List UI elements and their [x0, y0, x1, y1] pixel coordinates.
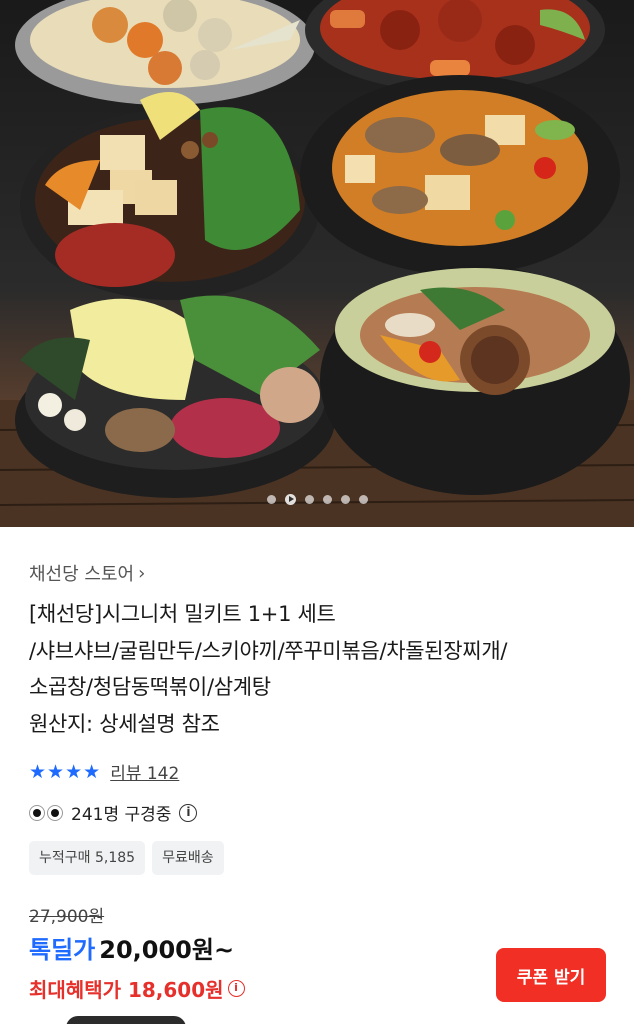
star-icon: ★ — [83, 760, 101, 783]
info-icon[interactable]: i — [227, 980, 245, 997]
star-icon: ★ — [47, 760, 65, 783]
carousel-dot[interactable] — [304, 494, 314, 504]
product-title-line: [채선당]시그니처 밀키트 1+1 세트 — [29, 602, 336, 626]
carousel-dot[interactable] — [340, 494, 350, 504]
product-tags: 누적구매 5,185 무료배송 — [29, 841, 224, 875]
viewing-count: 241명 구경중 i — [29, 800, 198, 825]
store-link[interactable]: 채선당 스토어 › — [29, 560, 145, 586]
carousel-dot[interactable] — [322, 494, 332, 504]
product-title-line: /샤브샤브/굴림만두/스키야끼/쭈꾸미볶음/차돌된장찌개/ — [29, 638, 508, 663]
store-name: 채선당 스토어 — [29, 564, 135, 585]
product-photo — [0, 0, 634, 527]
product-origin: 원산지: 상세설명 참조 — [29, 711, 220, 736]
floating-pill[interactable] — [66, 1016, 186, 1024]
info-icon[interactable]: i — [179, 803, 198, 822]
tag-free-shipping: 무료배송 — [152, 841, 224, 875]
carousel-dot[interactable] — [358, 494, 368, 504]
review-count-link[interactable]: 리뷰 142 — [110, 759, 179, 784]
play-icon[interactable] — [284, 493, 296, 505]
max-benefit-row: 최대혜택가 18,600원 i — [29, 974, 245, 1003]
original-price: 27,900원 — [29, 907, 105, 927]
star-icon: ★ — [65, 760, 83, 783]
eyes-icon — [29, 804, 63, 821]
product-title-line: 소곱창/청담동떡볶이/삼계탕 — [29, 675, 271, 699]
chevron-right-icon: › — [138, 562, 146, 584]
get-coupon-button[interactable]: 쿠폰 받기 — [496, 948, 606, 1002]
viewing-text: 241명 구경중 — [71, 805, 172, 825]
product-image-carousel[interactable] — [0, 0, 634, 527]
deal-label: 톡딜가 — [29, 936, 96, 964]
deal-price: 20,000원~ — [99, 936, 235, 964]
rating-row: ★ ★ ★ ★ 리뷰 142 — [29, 759, 179, 785]
star-icon: ★ — [29, 760, 47, 783]
carousel-indicator — [0, 492, 634, 506]
deal-price-row: 톡딜가 20,000원~ — [29, 930, 234, 965]
max-benefit-price: 최대혜택가 18,600원 — [29, 978, 224, 1002]
product-title: [채선당]시그니처 밀키트 1+1 세트 /샤브샤브/굴림만두/스키야끼/쭈꾸미… — [29, 596, 609, 742]
star-rating: ★ ★ ★ ★ — [29, 762, 100, 782]
carousel-dot[interactable] — [266, 494, 276, 504]
tag-cumulative-purchases: 누적구매 5,185 — [29, 841, 146, 875]
